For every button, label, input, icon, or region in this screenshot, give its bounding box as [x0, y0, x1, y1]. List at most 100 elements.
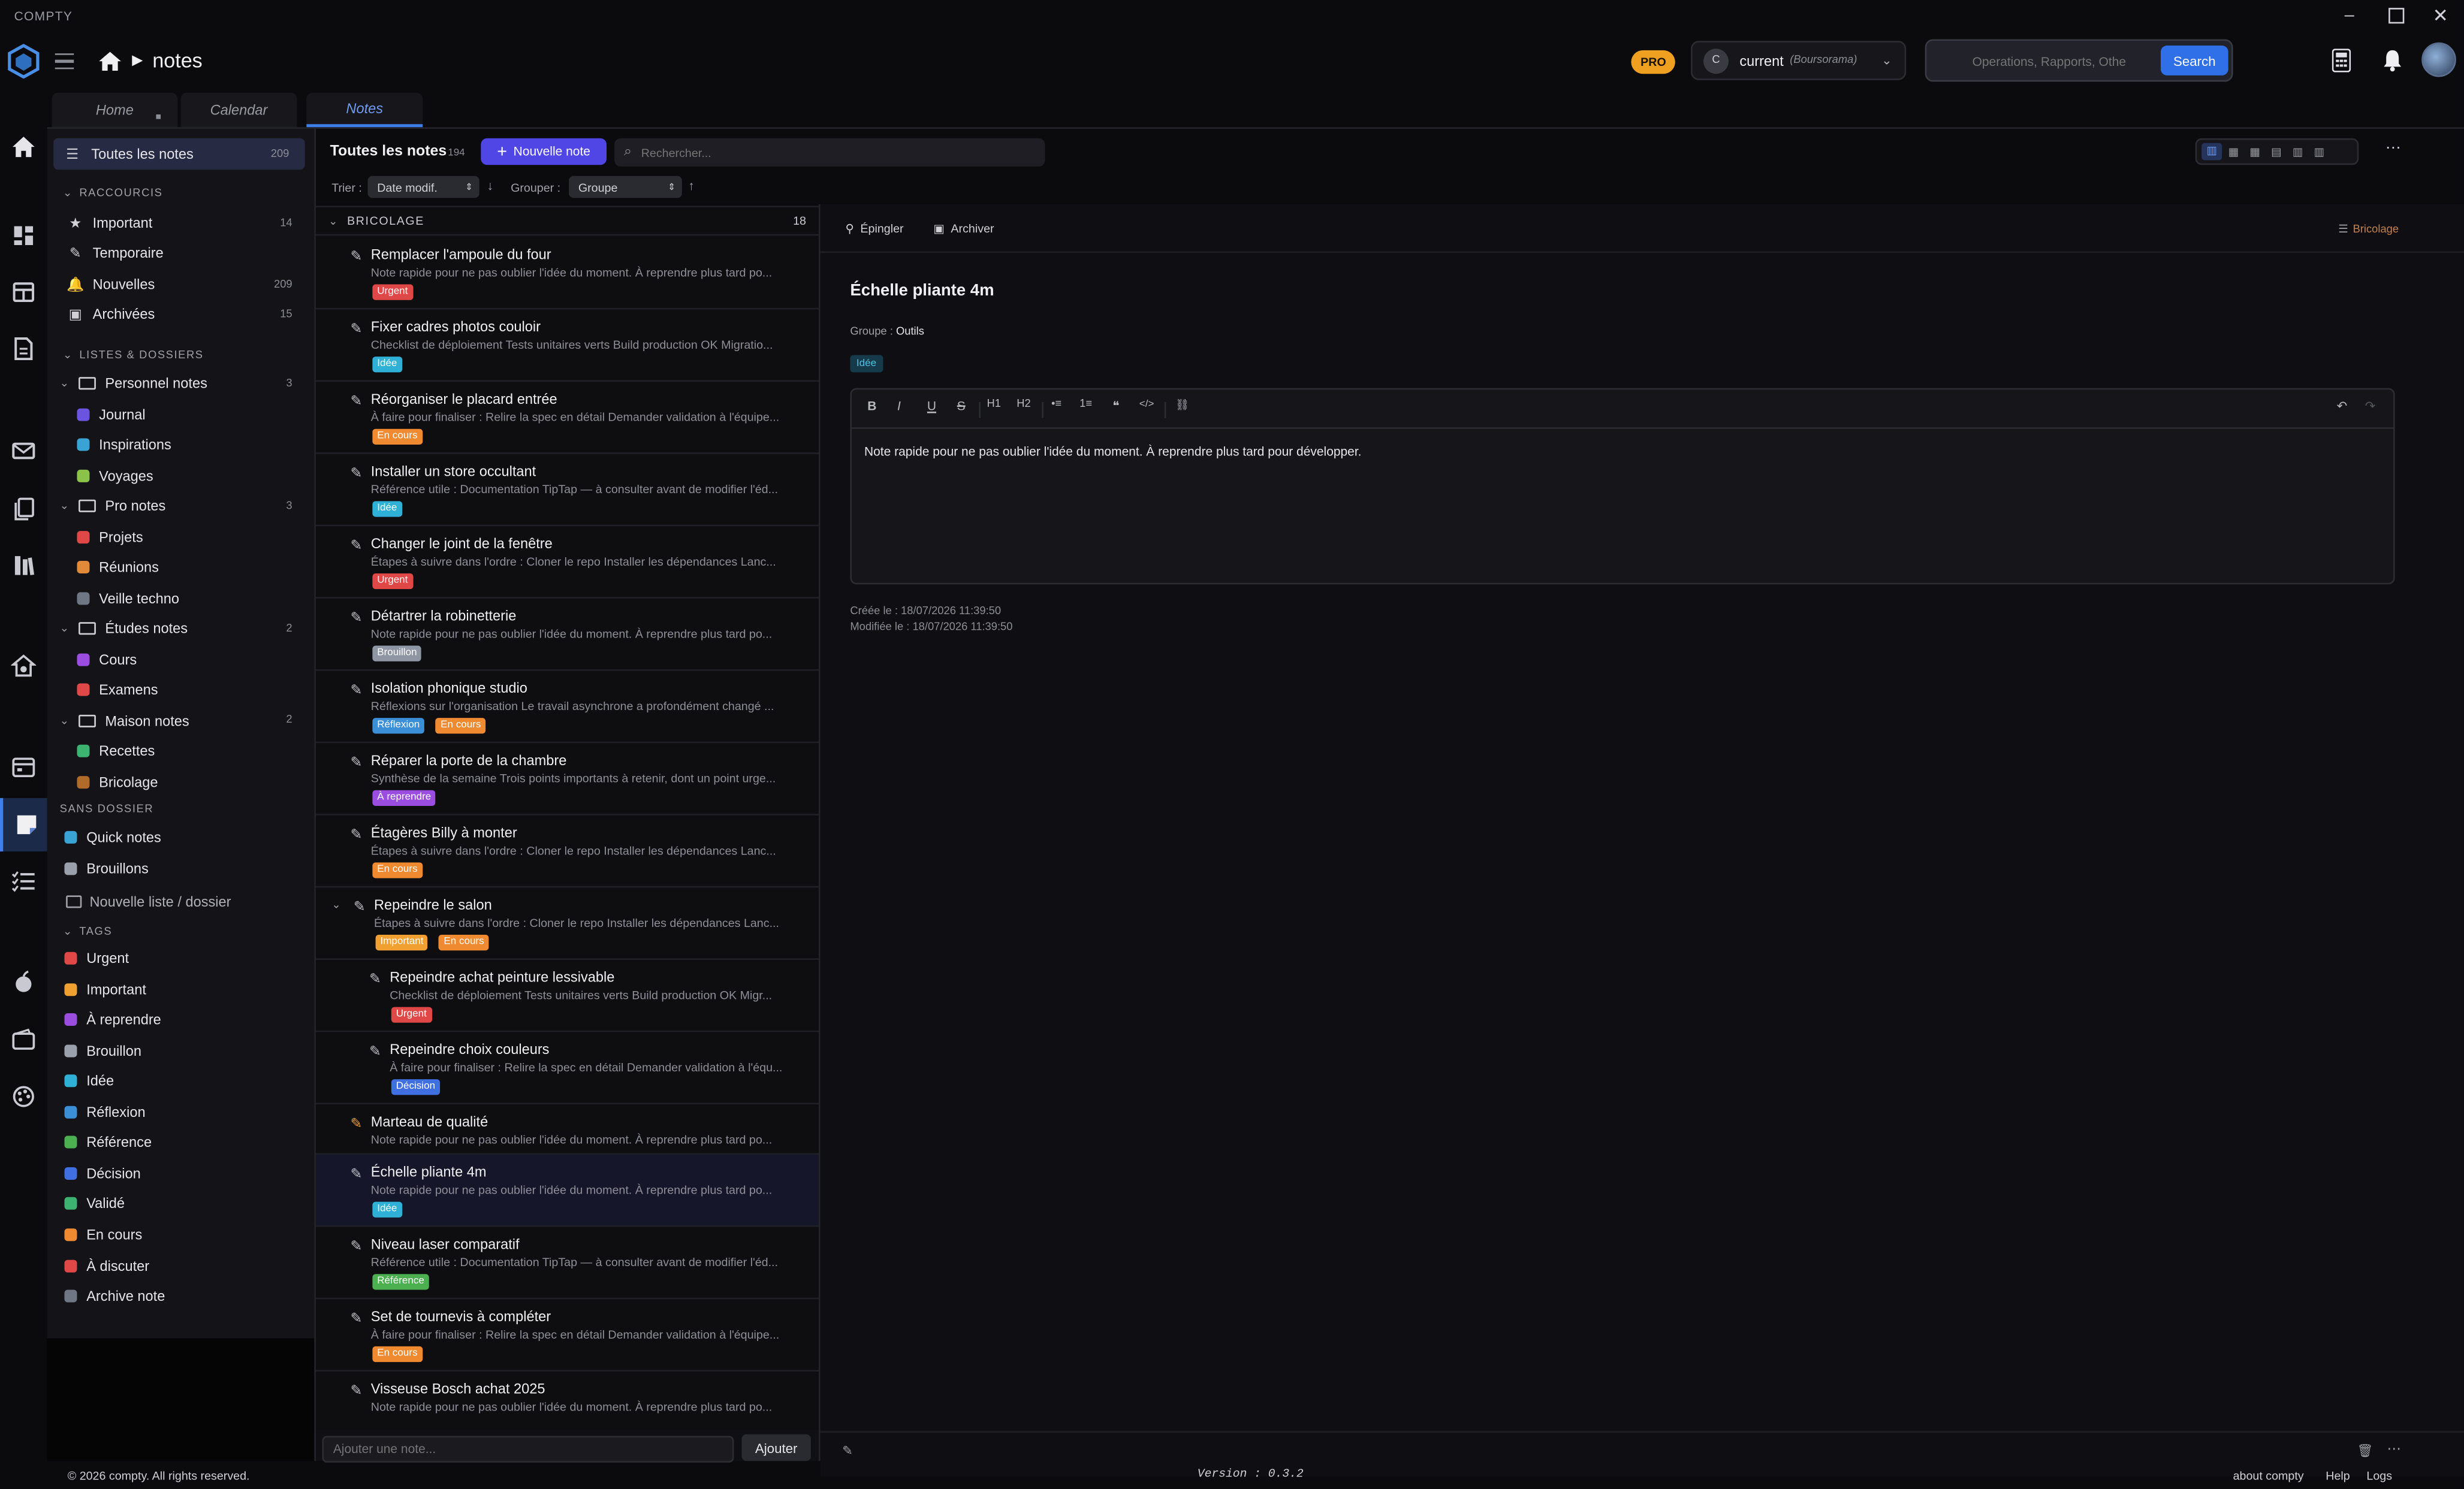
calendar-icon[interactable]	[11, 754, 36, 779]
palette-icon[interactable]	[11, 1084, 36, 1109]
books-icon[interactable]	[11, 553, 36, 578]
list-item[interactable]: Projets	[47, 522, 315, 551]
tag-item[interactable]: Idée	[47, 1067, 315, 1095]
list-item[interactable]: Journal	[47, 400, 315, 428]
note-item[interactable]: ✎ Fixer cadres photos couloir Checklist de…	[315, 309, 819, 382]
note-item[interactable]: ✎ Changer le joint de la fenêtre Étapes à …	[315, 526, 819, 599]
list-item[interactable]: Bricolage	[47, 768, 315, 796]
note-body[interactable]: Note rapide pour ne pas oublier l'idée d…	[864, 445, 1362, 459]
link-button[interactable]: ⛓	[1175, 399, 1189, 412]
note-item[interactable]: ✎ Détartrer la robinetterie Note rapide po…	[315, 599, 819, 671]
pin-icon[interactable]: ✎	[351, 754, 363, 771]
tag-item[interactable]: Référence	[47, 1128, 315, 1156]
about-link[interactable]: about compty	[2233, 1469, 2304, 1483]
files-icon[interactable]	[11, 496, 36, 521]
note-item[interactable]: ✎ Étagères Billy à monter Étapes à suivre …	[315, 816, 819, 888]
more-options-icon[interactable]: ⋯	[2385, 140, 2401, 157]
layout-2-icon[interactable]: ▦	[2228, 146, 2239, 158]
tag-item[interactable]: Validé	[47, 1190, 315, 1218]
tag-item[interactable]: Urgent	[47, 944, 315, 972]
pin-icon[interactable]: ✎	[351, 321, 363, 338]
account-selector[interactable]: C current (Boursorama) ⌄	[1691, 41, 1907, 80]
list-item[interactable]: Réunions	[47, 553, 315, 581]
note-title[interactable]: Échelle pliante 4m	[850, 281, 994, 300]
house-gear-icon[interactable]	[11, 654, 37, 679]
folder-badge[interactable]: ☰ Bricolage	[2338, 223, 2399, 236]
maximize-icon[interactable]	[2388, 8, 2405, 24]
pin-icon[interactable]: ✎	[351, 248, 363, 265]
layout-1-icon[interactable]: ▥	[2201, 143, 2222, 161]
bullet-list-button[interactable]: •≡	[1051, 399, 1061, 410]
tags-header[interactable]: ⌄ TAGS	[63, 925, 112, 938]
user-avatar[interactable]	[2421, 42, 2456, 77]
home-icon[interactable]	[99, 52, 121, 71]
note-item[interactable]: ⌄ ✎ Repeindre le salon Étapes à suivre dans…	[315, 887, 819, 960]
table-icon[interactable]	[11, 280, 36, 305]
group-select[interactable]: Groupe ⇕	[569, 176, 682, 198]
folder-3[interactable]: ⌄ Maison notes 2	[47, 706, 315, 734]
layout-4-icon[interactable]: ▤	[2271, 146, 2281, 158]
logs-link[interactable]: Logs	[2366, 1469, 2392, 1483]
tag-item[interactable]: Archive note	[47, 1282, 315, 1310]
pin-icon[interactable]: ✎	[351, 1165, 363, 1183]
tag-item[interactable]: Décision	[47, 1159, 315, 1187]
pin-button[interactable]: ⚲ Épingler	[846, 222, 904, 236]
pin-icon[interactable]: ✎	[351, 1310, 363, 1328]
sort-select[interactable]: Date modif. ⇕	[367, 176, 479, 198]
close-icon[interactable]: ✕	[2433, 5, 2450, 27]
tag-item[interactable]: En cours	[47, 1221, 315, 1249]
sort-direction-icon[interactable]: ↓	[487, 179, 493, 194]
folder-2[interactable]: ⌄ Études notes 2	[47, 614, 315, 642]
wallet-icon[interactable]	[11, 1028, 36, 1053]
pin-icon[interactable]: ✎	[351, 682, 363, 699]
checklist-icon[interactable]	[11, 869, 36, 894]
list-item[interactable]: Cours	[47, 645, 315, 673]
pin-icon[interactable]: ✎	[351, 609, 363, 627]
list-item[interactable]: Examens	[47, 675, 315, 703]
group-direction-icon[interactable]: ↑	[688, 179, 694, 194]
add-note-button[interactable]: Ajouter	[741, 1434, 811, 1461]
new-note-button[interactable]: + Nouvelle note	[481, 138, 607, 165]
note-tag[interactable]: Idée	[850, 355, 883, 373]
note-item[interactable]: ✎ Repeindre achat peinture lessivable Chec…	[315, 960, 819, 1032]
dashboard-icon[interactable]	[11, 223, 36, 248]
shortcuts-header[interactable]: ⌄ RACCOURCIS	[63, 187, 163, 200]
sidebar-all-notes[interactable]: ☰ Toutes les notes 209	[53, 138, 305, 170]
folder-0[interactable]: ⌄ Personnel notes 3	[47, 369, 315, 397]
note-item[interactable]: ✎ Remplacer l'ampoule du four Note rapide …	[315, 237, 819, 310]
shortcut-3[interactable]: ▣ Archivées 15	[47, 300, 315, 328]
note-group-value[interactable]: Outils	[896, 327, 924, 337]
tag-item[interactable]: À discuter	[47, 1251, 315, 1279]
tag-item[interactable]: Réflexion	[47, 1098, 315, 1126]
tab-calendar[interactable]: Calendar	[180, 92, 297, 128]
global-search-input[interactable]	[1939, 49, 2160, 74]
note-item[interactable]: ✎ Réorganiser le placard entrée À faire po…	[315, 382, 819, 454]
pin-icon[interactable]: ✎	[351, 1238, 363, 1255]
layout-6-icon[interactable]: ▥	[2314, 146, 2324, 158]
note-item[interactable]: ✎ Repeindre choix couleurs À faire pour fi…	[315, 1032, 819, 1105]
pin-icon[interactable]: ✎	[351, 826, 363, 844]
undo-icon[interactable]: ↶	[2337, 399, 2348, 413]
search-button[interactable]: Search	[2160, 46, 2228, 75]
ordered-list-button[interactable]: 1≡	[1079, 399, 1092, 410]
minimize-icon[interactable]: –	[2345, 6, 2355, 25]
note-item[interactable]: ✎ Visseuse Bosch achat 2025 Note rapide po…	[315, 1372, 819, 1434]
italic-button[interactable]: I	[897, 399, 901, 413]
edit-icon[interactable]: ✎	[842, 1443, 853, 1458]
note-item[interactable]: ✎ Set de tournevis à compléter À faire pou…	[315, 1299, 819, 1372]
lists-header[interactable]: ⌄ LISTES & DOSSIERS	[63, 349, 204, 361]
tab-home[interactable]: Home ■	[52, 92, 178, 128]
note-item[interactable]: ✎ Échelle pliante 4m Note rapide pour ne p…	[315, 1155, 819, 1227]
underline-button[interactable]: U	[927, 399, 936, 413]
pin-icon[interactable]: ✎	[369, 971, 381, 988]
shortcut-0[interactable]: ★ Important 14	[47, 209, 315, 237]
tag-item[interactable]: Important	[47, 975, 315, 1003]
shortcut-2[interactable]: 🔔 Nouvelles 209	[47, 270, 315, 298]
redo-icon[interactable]: ↷	[2365, 399, 2376, 413]
quote-button[interactable]: ❝	[1112, 399, 1119, 413]
tag-item[interactable]: Brouillon	[47, 1036, 315, 1064]
menu-toggle-icon[interactable]	[55, 53, 74, 70]
archive-button[interactable]: ▣ Archiver	[933, 222, 994, 236]
list-item[interactable]: Recettes	[47, 737, 315, 765]
list-item[interactable]: Brouillons	[47, 854, 315, 882]
